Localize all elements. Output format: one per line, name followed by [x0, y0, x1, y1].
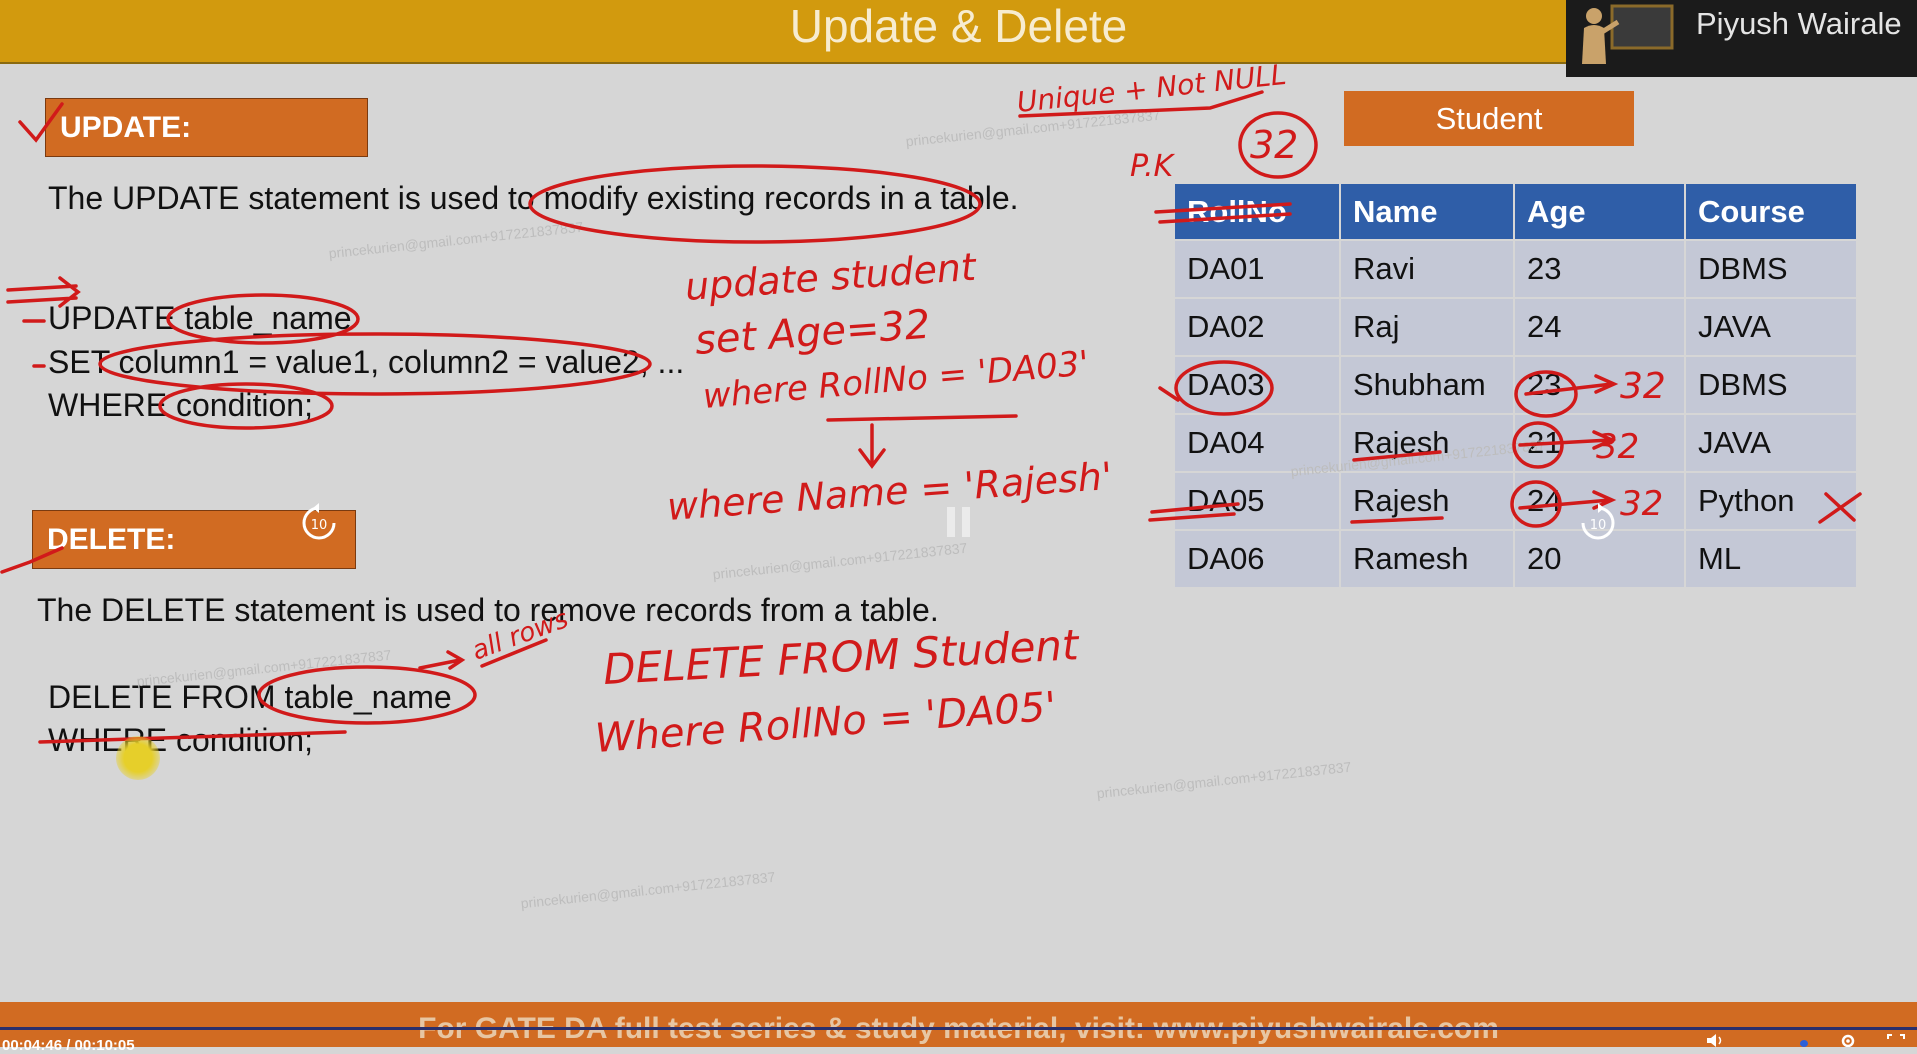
delete-syntax-line-2: WHERE condition;	[48, 722, 313, 758]
skip-forward-label: 10	[1590, 518, 1607, 533]
table-cell: DA06	[1175, 531, 1339, 587]
table-cell: 23	[1515, 241, 1684, 297]
delete-syntax-line-1: DELETE FROM table_name	[48, 679, 452, 715]
table-cell: Raj	[1341, 299, 1513, 355]
skip-forward-button[interactable]: 10	[1577, 502, 1619, 549]
table-header-row: RollNo Name Age Course	[1175, 184, 1856, 239]
table-row: DA06 Ramesh 20 ML	[1175, 531, 1856, 587]
volume-slider-knob[interactable]	[1800, 1040, 1808, 1047]
replay-10-icon: 10	[302, 503, 336, 540]
pause-button[interactable]	[945, 505, 973, 544]
table-cell: Ravi	[1341, 241, 1513, 297]
table-cell: Shubham	[1341, 357, 1513, 413]
column-header: Name	[1341, 184, 1513, 239]
table-cell: 23	[1515, 357, 1684, 413]
watermark: princekurien@gmail.com+917221837837	[327, 218, 585, 262]
annotation-update-query-4: where Name = 'Rajesh'	[666, 454, 1114, 529]
gear-icon[interactable]	[1838, 1034, 1858, 1047]
annotation-delete-query-1: DELETE FROM Student	[602, 620, 1081, 694]
video-progress-bar[interactable]	[0, 1027, 1917, 1030]
watermark: princekurien@gmail.com+917221837837	[519, 868, 777, 912]
annotation-pk: P.K	[1130, 149, 1175, 184]
table-cell: 24	[1515, 299, 1684, 355]
table-cell: DBMS	[1686, 357, 1856, 413]
update-syntax-line-1: UPDATE table_name	[48, 300, 352, 336]
watermark: princekurien@gmail.com+917221837837	[904, 106, 1162, 150]
table-cell: DA05	[1175, 473, 1339, 529]
student-table-title: Student	[1344, 91, 1634, 146]
delete-description: The DELETE statement is used to remove r…	[37, 592, 939, 628]
annotation-delete-query-2: Where RollNo = 'DA05'	[593, 684, 1057, 762]
teacher-at-board-icon	[1582, 4, 1674, 64]
table-cell: DA02	[1175, 299, 1339, 355]
watermark: princekurien@gmail.com+917221837837	[711, 539, 969, 583]
fullscreen-icon[interactable]	[1886, 1034, 1906, 1047]
table-row: DA01 Ravi 23 DBMS	[1175, 241, 1856, 297]
column-header: RollNo	[1175, 184, 1339, 239]
video-time: 00:04:46 / 00:10:05	[2, 1037, 135, 1054]
table-cell: DA01	[1175, 241, 1339, 297]
table-cell: JAVA	[1686, 299, 1856, 355]
watermark: princekurien@gmail.com+917221837837	[1095, 758, 1353, 802]
table-row: DA05 Rajesh 24 Python	[1175, 473, 1856, 529]
table-cell: Rajesh	[1341, 473, 1513, 529]
presenter-badge: Piyush Wairale	[1566, 0, 1917, 77]
table-row: DA02 Raj 24 JAVA	[1175, 299, 1856, 355]
annotation-update-query-3: where RollNo = 'DA03'	[701, 343, 1090, 417]
table-cell: Python	[1686, 473, 1856, 529]
annotation-circled-32: 32	[1250, 123, 1298, 167]
update-section-label: UPDATE:	[45, 98, 368, 157]
skip-back-button[interactable]: 10	[298, 502, 340, 549]
table-cell: DBMS	[1686, 241, 1856, 297]
pause-icon	[947, 507, 970, 537]
cursor-highlight	[116, 736, 160, 780]
presenter-name: Piyush Wairale	[1696, 6, 1902, 41]
update-syntax-line-2: SET column1 = value1, column2 = value2, …	[48, 344, 685, 380]
annotation-update-query-1: update student	[684, 245, 980, 309]
skip-back-label: 10	[311, 518, 328, 533]
table-cell: JAVA	[1686, 415, 1856, 471]
table-cell: ML	[1686, 531, 1856, 587]
table-cell: DA03	[1175, 357, 1339, 413]
volume-icon[interactable]	[1706, 1034, 1726, 1047]
student-table: RollNo Name Age Course DA01 Ravi 23 DBMS…	[1173, 182, 1858, 589]
update-syntax-line-3: WHERE condition;	[48, 387, 313, 423]
annotation-update-query-2: set Age=32	[693, 302, 931, 364]
update-description: The UPDATE statement is used to modify e…	[48, 180, 1019, 216]
column-header: Course	[1686, 184, 1856, 239]
table-row: DA03 Shubham 23 DBMS	[1175, 357, 1856, 413]
forward-10-icon: 10	[1581, 503, 1615, 540]
table-cell: Ramesh	[1341, 531, 1513, 587]
column-header: Age	[1515, 184, 1684, 239]
